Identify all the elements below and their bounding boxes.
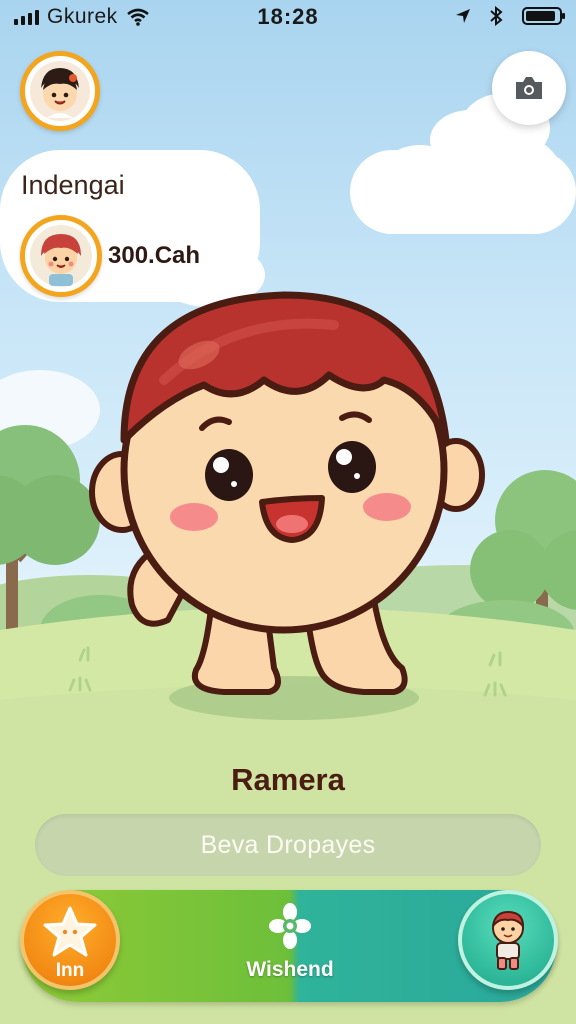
child-avatar-icon <box>30 61 90 121</box>
tab-wishend[interactable]: Wishend <box>230 900 350 990</box>
star-icon <box>43 906 97 957</box>
camera-button[interactable] <box>492 51 566 125</box>
name-input-value: Beva Dropayes <box>200 830 376 859</box>
character-name: Ramera <box>231 762 345 797</box>
tab-wishend-label: Wishend <box>246 958 334 981</box>
name-input-field[interactable]: Beva Dropayes <box>35 814 541 876</box>
camera-icon <box>516 77 542 99</box>
status-bar: Gkurek 18:28 <box>0 0 576 34</box>
coin-balance: 300.Cah <box>108 242 201 269</box>
battery-icon <box>522 7 565 25</box>
status-right <box>454 6 565 26</box>
location-arrow-icon <box>456 9 470 23</box>
profile-title: Indengai <box>21 170 125 200</box>
tab-inn[interactable]: Inn <box>20 890 120 990</box>
profile-avatar-button[interactable] <box>20 51 100 131</box>
app-screen: Gkurek 18:28 Indengai 300.Cah Ramera Bev… <box>0 0 576 1024</box>
mascot-character[interactable] <box>84 270 494 730</box>
bluetooth-icon <box>490 6 503 26</box>
flower-icon <box>269 903 311 949</box>
tab-profile[interactable] <box>458 890 558 990</box>
kid-avatar-icon <box>492 910 525 970</box>
tab-inn-label: Inn <box>55 960 85 981</box>
